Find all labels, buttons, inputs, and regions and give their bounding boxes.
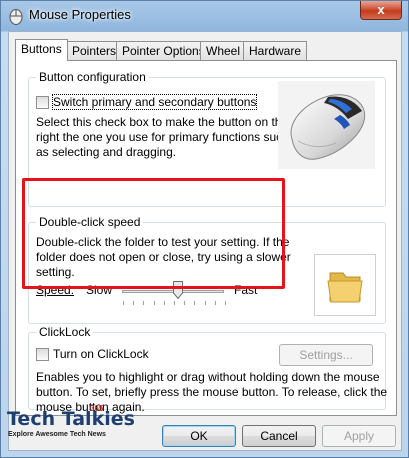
slider-tick [194,301,196,305]
clicklock-settings-button[interactable]: Settings... [279,344,373,366]
slider-tick [214,301,216,305]
cancel-button[interactable]: Cancel [242,425,316,447]
button-configuration-legend: Button configuration [36,70,149,84]
clicklock-checkbox[interactable] [36,348,49,361]
slider-tick [153,301,155,305]
clicklock-legend: ClickLock [36,325,94,339]
clicklock-label[interactable]: Turn on ClickLock [53,347,149,361]
desc-line: as selecting and dragging. [36,145,177,159]
tab-pointers[interactable]: Pointers [66,41,123,60]
slider-tick [163,301,165,305]
logo-tagline: Explore Awesome Tech News [8,431,106,438]
tab-buttons[interactable]: Buttons [15,39,68,61]
window-title: Mouse Properties [29,7,131,22]
tab-hardware[interactable]: Hardware [243,41,308,60]
apply-button[interactable]: Apply [322,425,396,447]
tab-wheel[interactable]: Wheel [200,41,247,60]
slider-tick [174,301,175,305]
mouse-image [290,94,366,160]
close-icon: x [377,2,385,17]
ok-button[interactable]: OK [162,425,236,447]
desc-line: Select this check box to make the button… [36,115,289,129]
desc-line: button. To set, briefly press the mouse … [36,385,388,399]
button-config-description: Select this check box to make the button… [36,115,289,160]
desc-line: right the one you use for primary functi… [36,130,289,144]
tech-talkies-logo: Tech Talkies 365 Explore Awesome Tech Ne… [7,404,137,452]
test-folder-area[interactable] [314,254,376,316]
slider-tick [133,301,135,305]
switch-buttons-label[interactable]: Switch primary and secondary buttons [51,94,258,110]
desc-line: Enables you to highlight or drag without… [36,370,380,384]
highlight-box [22,178,285,289]
slider-tick [143,301,145,305]
logo-brand: Tech Talkies [7,408,135,430]
logo-sup: 365 [90,404,104,413]
close-button[interactable]: x [360,1,402,20]
switch-buttons-checkbox[interactable] [36,96,49,109]
mouse-app-icon [9,9,23,25]
mouse-illustration [278,81,375,169]
slider-tick [123,301,124,305]
mouse-properties-window: Mouse Properties x Buttons Pointers Poin… [0,0,409,458]
folder-icon[interactable] [315,255,375,315]
slider-tick [184,301,186,305]
slider-tick [225,301,226,305]
title-bar[interactable]: Mouse Properties x [1,1,408,31]
slider-tick [204,301,206,305]
tab-pointer-options[interactable]: Pointer Options [116,41,211,60]
